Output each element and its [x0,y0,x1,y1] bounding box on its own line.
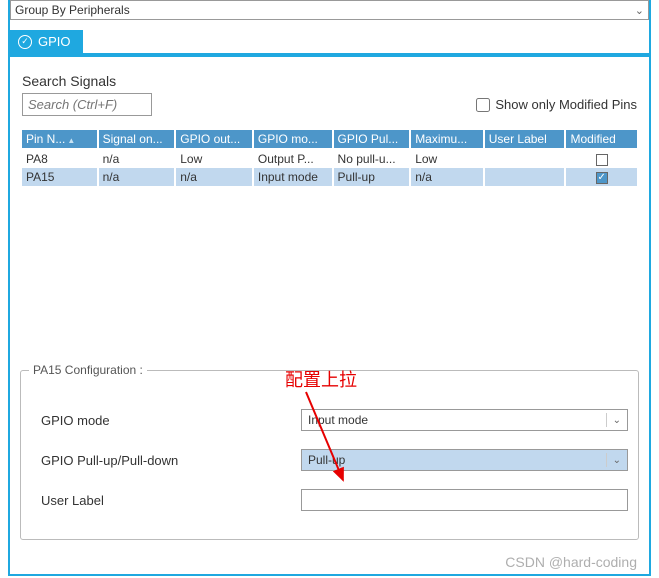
watermark: CSDN @hard-coding [505,554,637,570]
checkbox-icon[interactable]: ✓ [596,172,608,184]
col-label[interactable]: User Label [484,130,566,149]
table-cell: Low [175,149,253,168]
group-by-select[interactable]: Group By Peripherals ⌄ [10,0,649,20]
search-input[interactable] [22,93,152,116]
user-label-input[interactable] [301,489,628,511]
table-row[interactable]: PA15n/an/aInput modePull-upn/a✓ [22,168,637,186]
check-icon: ✓ [18,35,32,49]
config-title: PA15 Configuration : [29,363,147,377]
table-cell: PA15 [22,168,98,186]
modified-cell[interactable] [565,149,637,168]
col-max[interactable]: Maximu... [410,130,484,149]
table-cell: Input mode [253,168,333,186]
show-modified-checkbox[interactable]: Show only Modified Pins [472,95,637,115]
config-panel: PA15 Configuration : GPIO mode Input mod… [20,370,639,540]
user-label-label: User Label [41,493,301,508]
annotation-text: 配置上拉 [285,366,357,392]
table-cell: n/a [410,168,484,186]
chevron-down-icon: ⌄ [606,453,621,467]
col-pin[interactable]: Pin N...▲ [22,130,98,149]
table-cell [484,149,566,168]
col-out[interactable]: GPIO out... [175,130,253,149]
col-mode[interactable]: GPIO mo... [253,130,333,149]
table-cell: n/a [98,149,176,168]
show-modified-label: Show only Modified Pins [495,97,637,112]
table-cell: Output P... [253,149,333,168]
table-cell: n/a [175,168,253,186]
col-signal[interactable]: Signal on... [98,130,176,149]
gpio-mode-select[interactable]: Input mode ⌄ [301,409,628,431]
show-modified-box[interactable] [476,98,490,112]
col-pull[interactable]: GPIO Pul... [333,130,411,149]
table-row[interactable]: PA8n/aLowOutput P...No pull-u...Low [22,149,637,168]
gpio-pull-value: Pull-up [308,453,345,467]
table-cell: Low [410,149,484,168]
group-by-value: Group By Peripherals [15,3,130,17]
pins-table: Pin N...▲ Signal on... GPIO out... GPIO … [22,130,637,186]
gpio-pull-label: GPIO Pull-up/Pull-down [41,453,301,468]
tab-label: GPIO [38,34,71,49]
gpio-mode-label: GPIO mode [41,413,301,428]
col-modified[interactable]: Modified [565,130,637,149]
checkbox-icon[interactable] [596,154,608,166]
tab-gpio[interactable]: ✓ GPIO [10,30,83,53]
gpio-mode-value: Input mode [308,413,368,427]
table-cell: n/a [98,168,176,186]
table-cell: Pull-up [333,168,411,186]
gpio-pull-select[interactable]: Pull-up ⌄ [301,449,628,471]
table-cell [484,168,566,186]
search-label: Search Signals [22,73,637,89]
tab-strip: ✓ GPIO [10,30,649,57]
modified-cell[interactable]: ✓ [565,168,637,186]
chevron-down-icon: ⌄ [635,4,644,17]
chevron-down-icon: ⌄ [606,413,621,427]
table-cell: PA8 [22,149,98,168]
table-cell: No pull-u... [333,149,411,168]
